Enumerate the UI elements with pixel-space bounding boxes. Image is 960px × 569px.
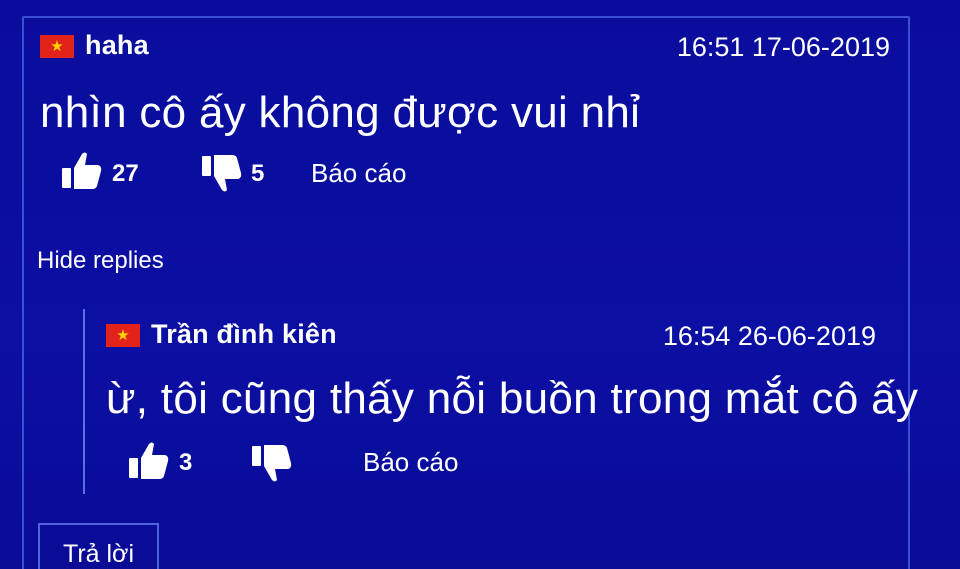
dislike-count: 5: [251, 160, 265, 187]
reply-button[interactable]: Trả lời: [38, 523, 159, 569]
vietnam-flag-icon: [40, 35, 74, 58]
reply-like-count: 3: [179, 449, 193, 476]
comment-timestamp: 16:51 17-06-2019: [676, 32, 890, 62]
comment-thread: haha 16:51 17-06-2019 nhìn cô ấy không đ…: [0, 0, 960, 569]
vietnam-flag-icon: [106, 324, 140, 347]
thumbs-down-icon[interactable]: [250, 442, 294, 484]
reply-text: ừ, tôi cũng thấy nỗi buồn trong mắt cô ấ…: [106, 374, 919, 423]
report-link[interactable]: Báo cáo: [311, 158, 406, 189]
comment-text: nhìn cô ấy không được vui nhỉ: [40, 88, 641, 137]
hide-replies-link[interactable]: Hide replies: [37, 247, 164, 275]
like-count: 27: [112, 160, 139, 187]
thumbs-up-icon[interactable]: [127, 440, 171, 482]
thumbs-up-icon[interactable]: [60, 150, 104, 192]
thumbs-down-icon[interactable]: [200, 152, 244, 194]
reply-thread-line: [83, 309, 85, 494]
reply-report-link[interactable]: Báo cáo: [363, 447, 458, 478]
comment-username[interactable]: haha: [85, 30, 149, 61]
reply-username[interactable]: Trần đình kiên: [151, 319, 337, 350]
reply-timestamp: 16:54 26-06-2019: [662, 321, 876, 351]
